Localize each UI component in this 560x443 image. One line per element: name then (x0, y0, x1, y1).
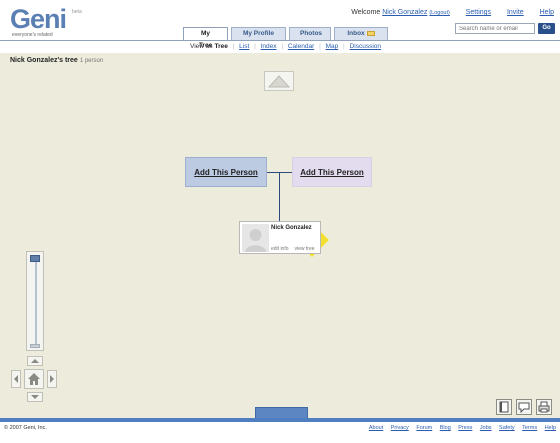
profile-silhouette-icon (242, 224, 269, 252)
footer-link-forum[interactable]: Forum (416, 425, 432, 431)
speech-bubble-icon (518, 402, 530, 414)
footer-link-help[interactable]: Help (545, 425, 556, 431)
bottom-panel-tab[interactable] (255, 407, 308, 418)
person-name: Nick Gonzalez (271, 225, 312, 231)
tab-label: My Profile (242, 30, 275, 37)
view-tree-current: Tree (214, 43, 228, 50)
search-input[interactable] (455, 23, 535, 34)
expand-up-button[interactable] (264, 71, 294, 91)
tree-person-count: 1 person (79, 58, 104, 64)
zoom-slider[interactable] (26, 251, 44, 351)
footer-link-safety[interactable]: Safety (499, 425, 515, 431)
copyright-text: © 2007 Geni, Inc. (4, 425, 47, 431)
add-mother-link[interactable]: Add This Person (300, 168, 364, 177)
tab-label: Photos (300, 30, 323, 37)
view-discussion-link[interactable]: Discussion (350, 43, 381, 50)
logo-tagline: everyone's related (12, 32, 53, 38)
view-index-link[interactable]: Index (261, 43, 277, 50)
pan-right-button[interactable] (47, 370, 57, 388)
add-mother-box[interactable]: Add This Person (292, 157, 372, 187)
arrow-right-icon (50, 375, 54, 383)
book-icon (499, 401, 509, 413)
pan-home-button[interactable] (24, 369, 44, 389)
comment-button[interactable] (516, 399, 532, 415)
tree-title: Nick Gonzalez's tree 1 person (10, 57, 103, 64)
child-connector-line (279, 172, 280, 222)
footer-link-jobs[interactable]: Jobs (480, 425, 492, 431)
geni-logo[interactable]: Geni beta everyone's related (10, 5, 82, 39)
tab-photos[interactable]: Photos (289, 27, 331, 40)
printer-icon (538, 401, 550, 413)
tab-divider (0, 40, 560, 41)
view-tree-link[interactable]: view tree (295, 246, 315, 252)
triangle-up-icon (267, 75, 291, 88)
tab-my-tree[interactable]: My Tree (183, 27, 228, 49)
footer-links: About Privacy Forum Blog Press Jobs Safe… (363, 425, 556, 431)
search-go-button[interactable]: Go (538, 23, 555, 34)
person-card-me[interactable]: Nick Gonzalez edit info view tree (239, 221, 321, 254)
view-calendar-link[interactable]: Calendar (288, 43, 314, 50)
invite-link[interactable]: Invite (507, 9, 524, 16)
arrow-left-icon (14, 375, 18, 383)
footer: © 2007 Geni, Inc. About Privacy Forum Bl… (0, 422, 560, 443)
tab-label: Inbox (347, 30, 365, 37)
arrow-down-icon (31, 395, 39, 399)
header: Geni beta everyone's related Welcome Nic… (0, 0, 560, 49)
tab-inbox[interactable]: Inbox (334, 27, 388, 40)
footer-link-blog[interactable]: Blog (440, 425, 451, 431)
main-tabs: My Tree My Profile Photos Inbox (183, 27, 388, 49)
edit-info-link[interactable]: edit info (271, 246, 289, 252)
pan-down-button[interactable] (27, 392, 43, 402)
add-father-box[interactable]: Add This Person (185, 157, 267, 187)
tab-my-profile[interactable]: My Profile (231, 27, 286, 40)
home-icon (28, 373, 40, 385)
view-as-label: View as (190, 43, 213, 50)
arrow-up-icon (31, 359, 39, 363)
help-link[interactable]: Help (540, 9, 554, 16)
tree-canvas[interactable]: Nick Gonzalez's tree 1 person Add This Pe… (0, 53, 560, 418)
pan-up-button[interactable] (27, 356, 43, 366)
book-view-button[interactable] (496, 399, 512, 415)
person-card-actions: edit info view tree (271, 246, 315, 252)
zoom-min-marker (30, 344, 40, 348)
tree-toolbar (496, 399, 552, 415)
logo-beta-label: beta (72, 9, 82, 15)
footer-link-privacy[interactable]: Privacy (391, 425, 409, 431)
print-button[interactable] (536, 399, 552, 415)
tree-title-text: Nick Gonzalez's tree (10, 57, 78, 64)
logout-link[interactable]: (Logout) (429, 10, 450, 16)
user-menu: Welcome Nick Gonzalez (Logout) Settings … (351, 9, 554, 16)
footer-link-about[interactable]: About (369, 425, 383, 431)
user-name-link[interactable]: Nick Gonzalez (382, 9, 427, 16)
footer-link-terms[interactable]: Terms (522, 425, 537, 431)
footer-link-press[interactable]: Press (458, 425, 472, 431)
zoom-rail (35, 262, 37, 346)
zoom-handle[interactable] (30, 255, 40, 262)
logo-wordmark: Geni (10, 4, 67, 34)
settings-link[interactable]: Settings (466, 9, 491, 16)
view-switcher: View as Tree | List | Index | Calendar |… (190, 43, 381, 50)
view-map-link[interactable]: Map (326, 43, 339, 50)
view-list-link[interactable]: List (239, 43, 249, 50)
envelope-icon (366, 30, 375, 36)
welcome-text: Welcome (351, 9, 381, 16)
pan-left-button[interactable] (11, 370, 21, 388)
add-father-link[interactable]: Add This Person (194, 168, 258, 177)
